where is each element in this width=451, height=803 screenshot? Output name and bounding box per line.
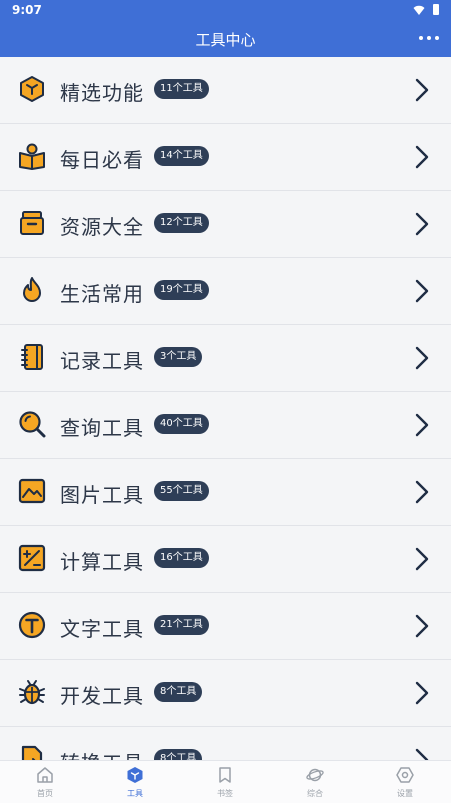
planet-icon (306, 768, 324, 782)
nav-label: 综合 (307, 789, 323, 798)
chevron-right-icon (415, 78, 429, 102)
nav-label: 首页 (37, 789, 53, 798)
tool-category-list: 精选功能 11个工具 每日必看 14个工具 资源大全 12个工具 生活常用 19… (0, 57, 451, 760)
tool-row[interactable]: 精选功能 11个工具 (0, 57, 451, 124)
status-bar: 9:07 (0, 0, 451, 20)
chevron-right-icon (415, 212, 429, 236)
tool-label: 每日必看 (60, 148, 144, 172)
tool-label: 计算工具 (60, 550, 144, 574)
text-icon (18, 611, 46, 639)
bug-icon (19, 680, 45, 705)
tool-label: 图片工具 (60, 483, 144, 507)
app-bar: 工具中心 (0, 20, 451, 57)
tool-label: 转换工具 (60, 747, 144, 760)
tool-count-badge: 12个工具 (154, 213, 209, 233)
nav-item-settings[interactable]: 设置 (360, 761, 450, 803)
nav-item-general[interactable]: 综合 (270, 761, 360, 803)
nav-item-tools[interactable]: 工具 (90, 761, 180, 803)
book-reader-icon (19, 143, 45, 170)
tool-row[interactable]: 生活常用 19个工具 (0, 258, 451, 325)
image-icon (18, 478, 46, 504)
status-time: 9:07 (12, 3, 42, 17)
chevron-right-icon (415, 547, 429, 571)
tool-row[interactable]: 计算工具 16个工具 (0, 526, 451, 593)
cube-icon (20, 76, 44, 102)
home-icon (37, 767, 53, 783)
tool-row[interactable]: 资源大全 12个工具 (0, 191, 451, 258)
tool-count-badge: 11个工具 (154, 79, 209, 99)
tool-count-badge: 19个工具 (154, 280, 209, 300)
nav-label: 工具 (127, 789, 143, 798)
bookmark-icon (219, 767, 231, 783)
chevron-right-icon (415, 413, 429, 437)
chevron-right-icon (415, 614, 429, 638)
tool-count-badge: 21个工具 (154, 615, 209, 635)
tool-row[interactable]: 图片工具 55个工具 (0, 459, 451, 526)
wifi-icon (413, 5, 425, 15)
archive-box-icon (20, 211, 44, 235)
tool-count-badge: 55个工具 (154, 481, 209, 501)
convert-icon (21, 745, 43, 760)
tool-label: 资源大全 (60, 215, 144, 239)
tool-count-badge: 16个工具 (154, 548, 209, 568)
tool-row[interactable]: 每日必看 14个工具 (0, 124, 451, 191)
tool-row[interactable]: 查询工具 40个工具 (0, 392, 451, 459)
battery-icon (433, 4, 439, 15)
tools-cube-icon (127, 767, 143, 783)
chevron-right-icon (415, 748, 429, 760)
search-icon (19, 411, 46, 438)
page-title: 工具中心 (195, 31, 256, 49)
tool-count-badge: 14个工具 (154, 146, 209, 166)
tool-label: 精选功能 (60, 81, 144, 105)
tool-count-badge: 40个工具 (154, 414, 209, 434)
tool-label: 文字工具 (60, 617, 144, 641)
flame-icon (23, 277, 41, 302)
chevron-right-icon (415, 279, 429, 303)
chevron-right-icon (415, 346, 429, 370)
nav-item-bookmarks[interactable]: 书签 (180, 761, 270, 803)
nav-label: 设置 (397, 789, 413, 798)
tool-label: 记录工具 (60, 349, 144, 373)
chevron-right-icon (415, 145, 429, 169)
tool-row[interactable]: 开发工具 8个工具 (0, 660, 451, 727)
tool-count-badge: 8个工具 (154, 682, 203, 702)
tool-label: 开发工具 (60, 684, 144, 708)
calculator-icon (18, 544, 46, 572)
nav-item-home[interactable]: 首页 (0, 761, 90, 803)
nav-label: 书签 (217, 789, 233, 798)
chevron-right-icon (415, 480, 429, 504)
settings-icon (396, 767, 414, 783)
tool-count-badge: 3个工具 (154, 347, 203, 367)
tool-row[interactable]: 转换工具 8个工具 (0, 727, 451, 760)
chevron-right-icon (415, 681, 429, 705)
tool-row[interactable]: 记录工具 3个工具 (0, 325, 451, 392)
tool-row[interactable]: 文字工具 21个工具 (0, 593, 451, 660)
notebook-icon (21, 344, 43, 370)
tool-count-badge: 8个工具 (154, 749, 203, 760)
tool-label: 生活常用 (60, 282, 144, 306)
tool-label: 查询工具 (60, 416, 144, 440)
bottom-navigation: 首页 工具 书签 综合 设置 (0, 760, 451, 803)
more-options-icon[interactable] (419, 28, 439, 48)
